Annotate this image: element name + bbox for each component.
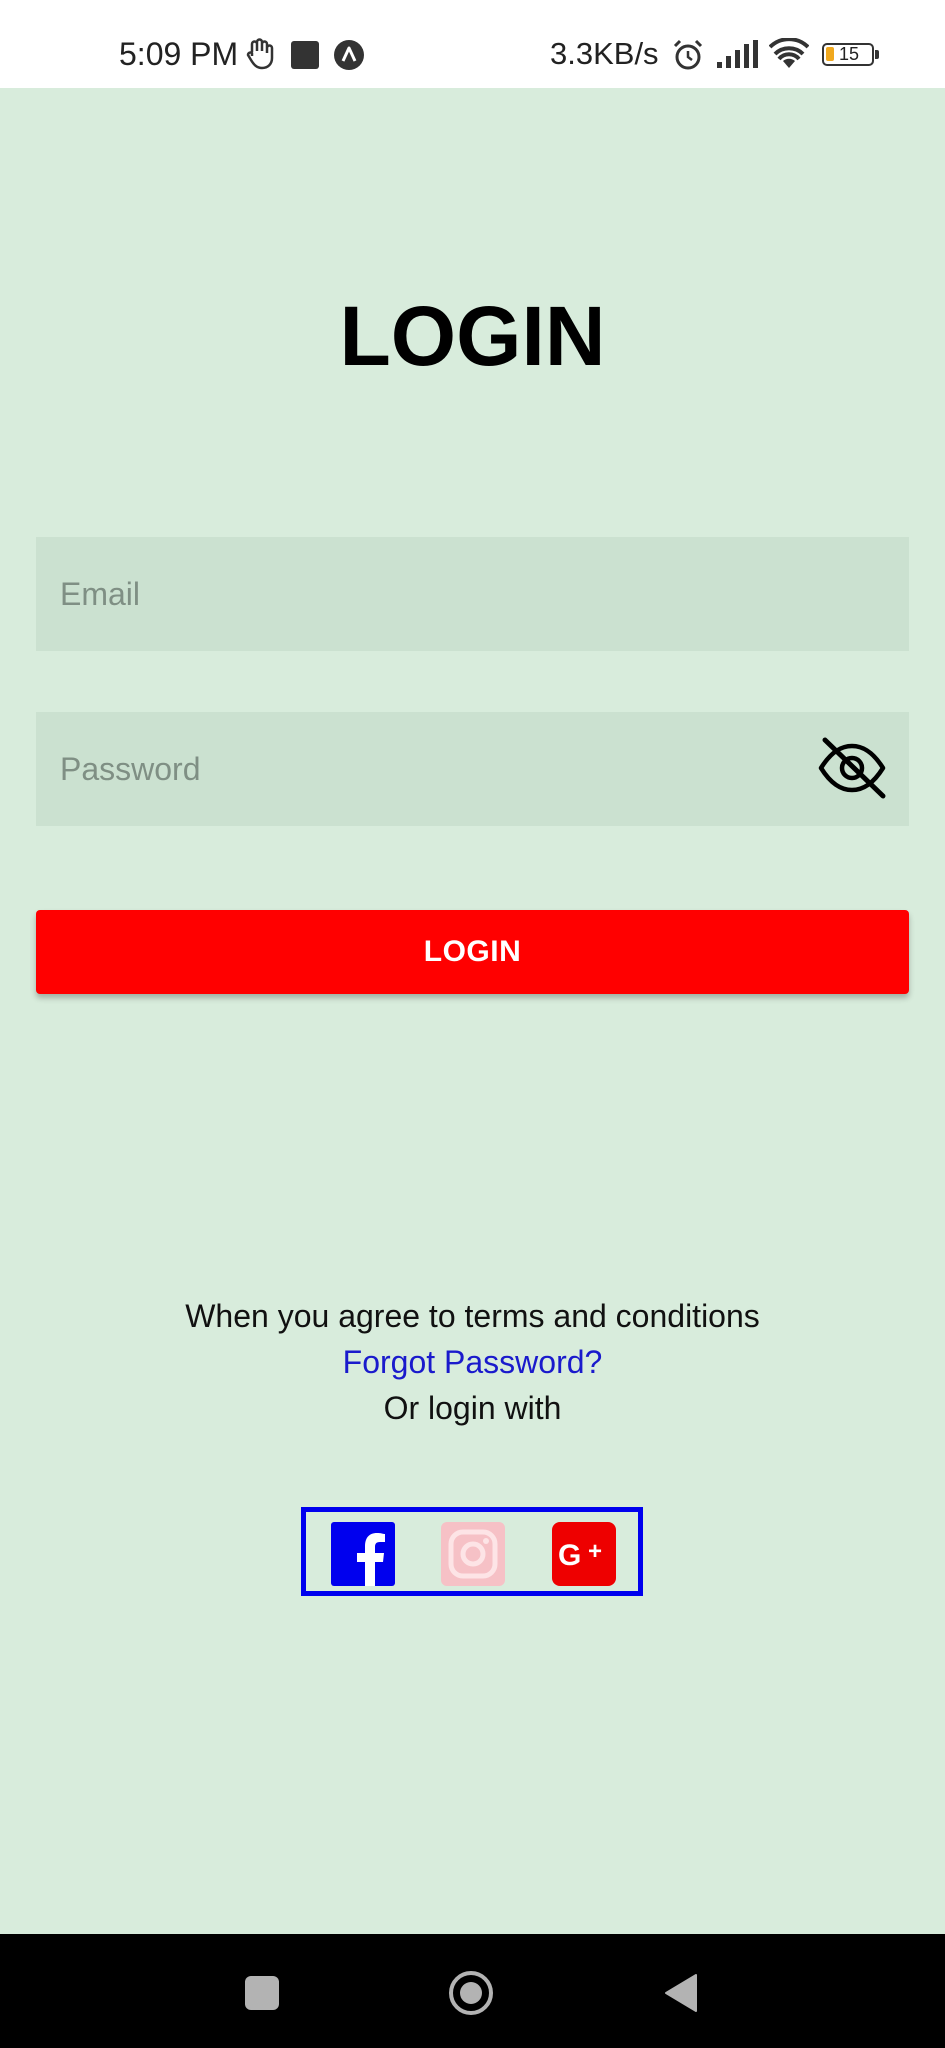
navigation-bar — [0, 1934, 945, 2048]
alarm-icon — [673, 39, 703, 70]
square-notification-icon — [291, 41, 319, 69]
login-content: LOGIN LOGIN When you agree to terms and … — [0, 88, 945, 1934]
status-bar: 5:09 PM 3.3KB/s 15 — [0, 0, 945, 88]
or-login-with-text: Or login with — [383, 1390, 562, 1426]
password-field[interactable] — [36, 712, 909, 826]
facebook-icon[interactable] — [331, 1522, 395, 1586]
wifi-icon — [769, 38, 809, 68]
social-login-group: G + — [301, 1507, 643, 1596]
email-field[interactable] — [36, 537, 909, 651]
forgot-password-link[interactable]: Forgot Password? — [0, 1344, 945, 1381]
terms-text: When you agree to terms and conditions — [185, 1298, 760, 1334]
password-field-wrapper — [36, 712, 909, 826]
battery-fill — [826, 47, 834, 61]
google-plus-icon[interactable]: G + — [552, 1522, 616, 1586]
home-icon[interactable] — [447, 1969, 495, 2017]
hand-gesture-icon — [246, 38, 274, 70]
recent-apps-icon[interactable] — [238, 1969, 286, 2017]
svg-text:+: + — [588, 1538, 602, 1565]
battery-icon: 15 — [822, 43, 879, 66]
instagram-icon[interactable] — [441, 1522, 505, 1586]
svg-text:G: G — [558, 1539, 581, 1572]
login-screen: 5:09 PM 3.3KB/s 15 LOGIN Email LOGIN Whe… — [0, 0, 945, 2048]
network-speed: 3.3KB/s — [550, 36, 659, 71]
eye-off-icon[interactable] — [817, 736, 887, 800]
page-title: LOGIN — [339, 289, 606, 383]
battery-level: 15 — [839, 44, 860, 64]
status-time: 5:09 PM — [119, 36, 239, 72]
back-icon[interactable] — [658, 1969, 706, 2017]
app-a-icon — [334, 40, 364, 70]
signal-icon — [717, 40, 758, 68]
login-button[interactable]: LOGIN — [36, 910, 909, 994]
